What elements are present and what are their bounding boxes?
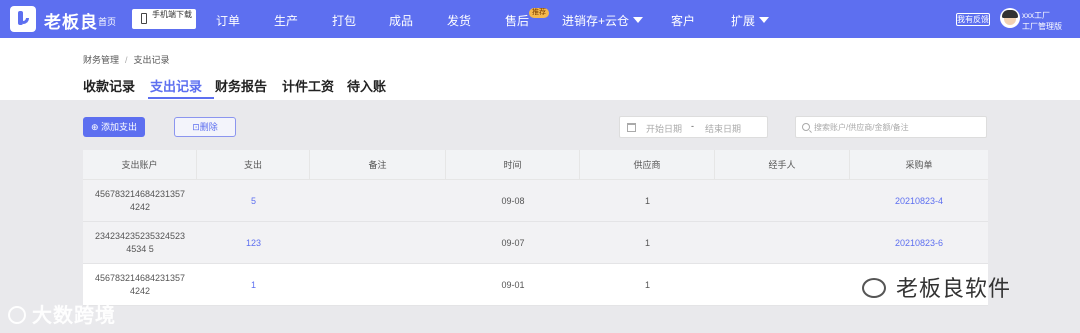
cell-note [310, 222, 446, 264]
nav-inventory-cloud-label: 进销存+云仓 [562, 14, 630, 28]
cell-amount[interactable]: 5 [197, 180, 310, 222]
recommend-badge: 推荐 [529, 8, 549, 18]
user-name[interactable]: xxx工厂 [1022, 10, 1050, 21]
breadcrumb-finance[interactable]: 财务管理 [83, 55, 119, 65]
delete-button[interactable]: ⊡删除 [174, 117, 236, 137]
table-row[interactable]: 4567832146842313574242 5 09-08 1 2021082… [83, 180, 988, 222]
watermark-right-text: 老板良软件 [896, 276, 1012, 301]
breadcrumb-expense: 支出记录 [133, 55, 170, 65]
app-download-button[interactable]: 手机端下载 [132, 9, 196, 29]
nav-shipping[interactable]: 发货 [447, 12, 471, 29]
end-date-placeholder[interactable]: 结束日期 [705, 122, 741, 135]
col-note: 备注 [310, 150, 446, 180]
cell-account: 4567832146842313574242 [94, 189, 186, 212]
breadcrumb: 财务管理 / 支出记录 [83, 55, 170, 65]
col-amount: 支出 [197, 150, 310, 180]
avatar[interactable] [1000, 8, 1020, 28]
nav-production[interactable]: 生产 [274, 12, 298, 29]
cell-amount[interactable]: 123 [197, 222, 310, 264]
table-row[interactable]: 4567832146842313574242 1 09-01 1 [83, 264, 988, 306]
cell-account: 2342342352353245234534 5 [94, 231, 186, 254]
date-separator: - [691, 121, 694, 131]
watermark-right: 老板良软件 [862, 271, 1011, 303]
search-input[interactable] [814, 119, 982, 135]
cell-handler [715, 264, 850, 306]
cell-purchase-link[interactable]: 20210823-4 [850, 180, 988, 222]
caret-down-icon [633, 17, 644, 23]
user-role: 工厂管理版 [1022, 22, 1062, 31]
watermark-left: 大数跨境 [8, 299, 116, 328]
tab-receipts[interactable]: 收款记录 [83, 76, 135, 95]
table-row[interactable]: 2342342352353245234534 5 123 09-07 1 202… [83, 222, 988, 264]
tab-piece-wages[interactable]: 计件工资 [282, 76, 334, 95]
nav-customers[interactable]: 客户 [671, 12, 695, 29]
nav-after-sales[interactable]: 售后 [505, 12, 529, 29]
active-tab-indicator [148, 97, 214, 99]
search-box[interactable] [795, 116, 987, 138]
col-account: 支出账户 [83, 150, 197, 180]
cell-note [310, 180, 446, 222]
feedback-button[interactable]: 我有反馈 [956, 13, 990, 26]
cell-supplier: 1 [644, 196, 650, 206]
tab-pending[interactable]: 待入账 [347, 76, 386, 95]
brand-name[interactable]: 老板良 [44, 8, 98, 33]
col-time: 时间 [446, 150, 580, 180]
app-download-label: 手机端下载 [152, 10, 192, 19]
cell-purchase-link[interactable]: 20210823-6 [850, 222, 988, 264]
nav-orders[interactable]: 订单 [216, 12, 240, 29]
logo-icon[interactable] [10, 6, 36, 32]
col-purchase: 采购单 [905, 160, 933, 170]
top-nav: 老板良 首页 手机端下载 订单 生产 打包 成品 发货 售后 推荐 进销存+云仓… [0, 0, 1080, 38]
nav-extensions[interactable]: 扩展 [731, 12, 770, 29]
cell-handler [715, 180, 850, 222]
col-supplier: 供应商 [580, 150, 715, 180]
cell-amount[interactable]: 1 [197, 264, 310, 306]
add-expense-button[interactable]: ⊕ 添加支出 [83, 117, 145, 137]
phone-icon [141, 13, 147, 24]
wechat-icon [862, 278, 886, 298]
date-range-picker[interactable]: 开始日期 - 结束日期 [619, 116, 768, 138]
cell-time: 09-01 [501, 280, 525, 290]
cell-time: 09-07 [501, 238, 525, 248]
home-link[interactable]: 首页 [98, 15, 116, 28]
cell-supplier: 1 [644, 238, 650, 248]
watermark-left-text: 大数跨境 [32, 305, 116, 327]
nav-finished-goods[interactable]: 成品 [389, 12, 413, 29]
watermark-logo-icon [8, 306, 26, 324]
tab-financial-report[interactable]: 财务报告 [215, 76, 267, 95]
cell-handler [715, 222, 850, 264]
cell-supplier: 1 [644, 280, 650, 290]
table-header: 支出账户 支出 备注 时间 供应商 经手人 采购单 [83, 150, 988, 180]
calendar-icon [627, 123, 636, 132]
caret-down-icon [759, 17, 770, 23]
cell-time: 09-08 [501, 196, 525, 206]
search-icon [802, 123, 810, 131]
nav-packing[interactable]: 打包 [332, 12, 356, 29]
col-handler: 经手人 [715, 150, 850, 180]
expense-table: 支出账户 支出 备注 时间 供应商 经手人 采购单 45678321468423… [83, 150, 988, 306]
tab-expenses[interactable]: 支出记录 [150, 76, 202, 95]
nav-inventory-cloud[interactable]: 进销存+云仓 [562, 12, 644, 29]
start-date-placeholder[interactable]: 开始日期 [646, 122, 682, 135]
cell-note [310, 264, 446, 306]
nav-extensions-label: 扩展 [731, 14, 756, 28]
